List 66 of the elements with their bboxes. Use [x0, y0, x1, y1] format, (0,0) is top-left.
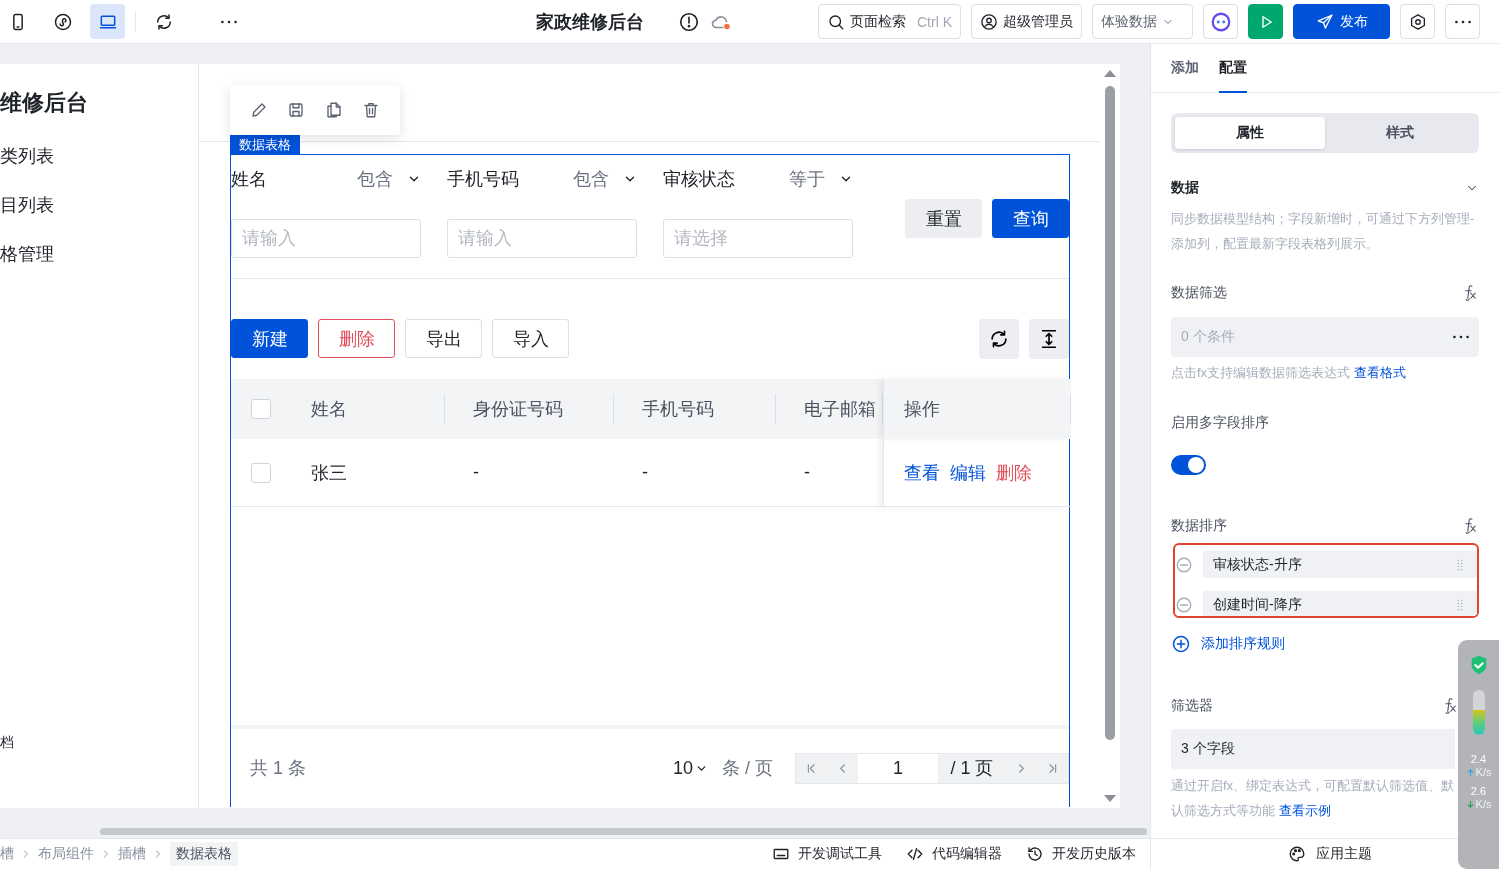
field-label: 数据筛选: [1171, 284, 1227, 302]
panel-tab[interactable]: 配置: [1219, 44, 1247, 93]
tool-button[interactable]: 开发历史版本: [1026, 845, 1136, 863]
view-format-link[interactable]: 查看格式: [1353, 365, 1406, 380]
section-title: 数据: [1171, 179, 1199, 197]
filter-label: 审核状态: [663, 168, 735, 191]
table-cell: -: [804, 462, 810, 483]
total-count: 共 1 条: [250, 757, 306, 780]
filter-fields-field[interactable]: 3 个字段: [1171, 729, 1455, 769]
publish-button[interactable]: 发布: [1293, 4, 1390, 39]
row-action-link[interactable]: 查看: [904, 460, 940, 485]
query-button[interactable]: 查询: [992, 199, 1069, 238]
field-label: 数据排序: [1171, 517, 1227, 535]
filter-label: 手机号码: [447, 168, 519, 191]
data-source-select[interactable]: 体验数据: [1092, 4, 1193, 39]
page-size-unit: 条 / 页: [722, 757, 773, 780]
nav-item[interactable]: 类列表: [0, 143, 198, 192]
column-header: 操作: [883, 379, 1071, 439]
operator-select[interactable]: 包含: [573, 167, 637, 191]
action-button[interactable]: 导出: [405, 319, 482, 358]
column-header: 姓名: [291, 379, 445, 439]
add-sort-rule-button[interactable]: 添加排序规则: [1171, 634, 1285, 654]
column-header: 手机号码: [614, 379, 776, 439]
reset-button[interactable]: 重置: [905, 199, 982, 238]
field-hint: 点击fx支持编辑数据筛选表达式 查看格式: [1171, 364, 1407, 382]
operator-select[interactable]: 包含: [357, 167, 421, 191]
column-header: 电子邮箱: [776, 379, 883, 439]
page-search-button[interactable]: 页面检索 Ctrl K: [818, 4, 961, 39]
nav-item[interactable]: 格管理: [0, 241, 198, 290]
download-speed: 2.6: [1470, 785, 1487, 798]
table-cell-text: 张三: [311, 461, 347, 485]
field-label: 启用多字段排序: [1171, 414, 1269, 432]
user-button[interactable]: 超级管理员: [971, 4, 1082, 39]
delete-link[interactable]: 删除: [996, 460, 1032, 485]
filter-label: 姓名: [231, 168, 267, 191]
nav-item[interactable]: 档: [0, 729, 198, 778]
app-title: 维修后台: [0, 89, 89, 117]
action-button[interactable]: 导入: [492, 319, 569, 358]
field-hint: 通过开启fx、绑定表达式，可配置默认筛选值、默认筛选方式等功能 查看示例: [1171, 777, 1455, 820]
filter-input[interactable]: 请选择: [663, 219, 853, 258]
nav-item[interactable]: 目列表: [0, 192, 198, 241]
segment-tab[interactable]: 属性: [1175, 117, 1325, 149]
breadcrumb-link[interactable]: 数据表格: [170, 842, 238, 866]
component-label: 数据表格: [230, 135, 300, 155]
segment-tab[interactable]: 样式: [1325, 117, 1475, 149]
page-size-select[interactable]: 10: [672, 757, 708, 779]
speed-unit: K/s: [1475, 798, 1492, 811]
operator-select[interactable]: 等于: [789, 167, 853, 191]
tool-button[interactable]: 开发调试工具: [772, 845, 882, 863]
action-button[interactable]: 新建: [231, 319, 308, 358]
action-button[interactable]: 删除: [318, 319, 395, 358]
filter-input[interactable]: 请输入: [231, 219, 421, 258]
table-cell: -: [642, 462, 648, 483]
filter-input[interactable]: 请输入: [447, 219, 637, 258]
app-title: 家政维修后台: [536, 10, 644, 34]
view-example-link[interactable]: 查看示例: [1278, 803, 1331, 818]
column-header: 身份证号码: [445, 379, 614, 439]
table-cell: -: [473, 462, 479, 483]
field-label: 筛选器: [1171, 697, 1213, 715]
tool-button[interactable]: 代码编辑器: [906, 845, 1002, 863]
speed-unit: K/s: [1475, 766, 1492, 779]
section-description: 同步数据模型结构；字段新增时，可通过下方列管理-添加列，配置最新字段表格列展示。: [1171, 210, 1476, 253]
panel-tab[interactable]: 添加: [1171, 44, 1199, 93]
upload-speed: 2.4: [1470, 753, 1487, 766]
theme-button[interactable]: 应用主题: [1288, 845, 1372, 863]
row-action-link[interactable]: 编辑: [950, 460, 986, 485]
